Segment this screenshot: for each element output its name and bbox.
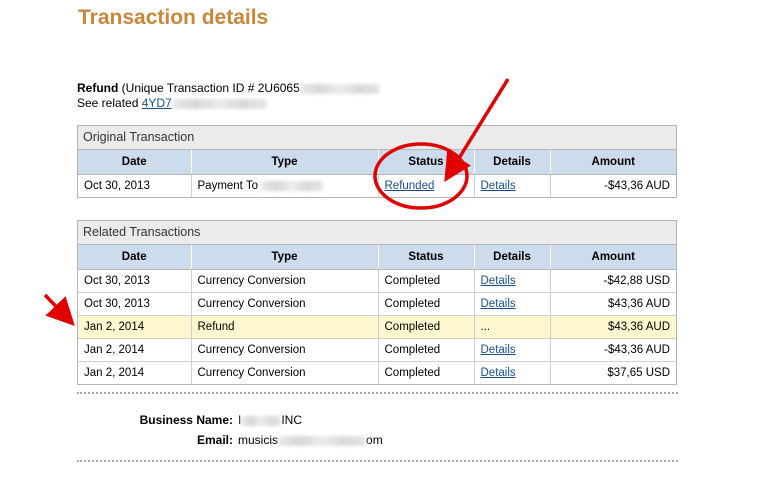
refunded-status-link[interactable]: Refunded bbox=[385, 180, 435, 192]
related-transactions-section: Related Transactions Date Type Status De… bbox=[77, 220, 677, 385]
cell-date: Oct 30, 2013 bbox=[78, 269, 192, 293]
details-link[interactable]: Details bbox=[481, 298, 516, 310]
redacted-email bbox=[278, 435, 367, 446]
payment-type-text: Payment To bbox=[197, 180, 259, 192]
table-row-highlighted: Jan 2, 2014 Refund Completed ... $43,36 … bbox=[78, 315, 676, 339]
table-header-row: Date Type Status Details Amount bbox=[78, 150, 676, 175]
table-row: Jan 2, 2014 Currency Conversion Complete… bbox=[78, 338, 676, 362]
cell-type: Currency Conversion bbox=[191, 269, 379, 293]
redacted-business-name bbox=[241, 415, 282, 426]
cell-date: Oct 30, 2013 bbox=[78, 174, 192, 197]
cell-status: Completed bbox=[378, 315, 475, 339]
table-row: Oct 30, 2013 Currency Conversion Complet… bbox=[78, 292, 676, 316]
email-label: Email: bbox=[196, 433, 233, 447]
cell-status: Completed bbox=[378, 338, 475, 362]
cell-type: Refund bbox=[191, 315, 379, 339]
table-header-row: Date Type Status Details Amount bbox=[78, 245, 676, 270]
cell-status: Completed bbox=[378, 269, 475, 293]
cell-amount: -$43,36 AUD bbox=[550, 338, 676, 362]
email-end: om bbox=[366, 433, 383, 447]
redacted-payee bbox=[261, 180, 324, 191]
cell-amount: $43,36 AUD bbox=[550, 315, 676, 339]
details-link[interactable]: Details bbox=[481, 344, 516, 356]
refund-label: Refund bbox=[77, 81, 119, 95]
column-header-date: Date bbox=[78, 150, 192, 175]
cell-amount: $43,36 AUD bbox=[550, 292, 676, 316]
column-header-details: Details bbox=[474, 150, 551, 175]
details-link[interactable]: Details bbox=[481, 367, 516, 379]
details-link[interactable]: Details bbox=[481, 180, 516, 192]
related-transaction-link[interactable]: 4YD7 bbox=[142, 96, 172, 110]
cell-date: Jan 2, 2014 bbox=[78, 315, 192, 339]
column-header-details: Details bbox=[474, 245, 551, 270]
column-header-type: Type bbox=[191, 150, 379, 175]
annotation-arrow-icon bbox=[43, 293, 75, 327]
table-row: Jan 2, 2014 Currency Conversion Complete… bbox=[78, 361, 676, 384]
section-title: Related Transactions bbox=[78, 221, 676, 245]
business-name-label: Business Name: bbox=[139, 413, 233, 427]
cell-details: ... bbox=[474, 315, 551, 339]
transaction-id-text: (Unique Transaction ID # 2U6065 bbox=[121, 81, 300, 95]
redacted-id bbox=[299, 83, 380, 94]
original-transaction-table: Date Type Status Details Amount Oct 30, … bbox=[78, 150, 676, 197]
cell-type: Currency Conversion bbox=[191, 338, 379, 362]
cell-status: Refunded bbox=[378, 174, 475, 197]
cell-type: Currency Conversion bbox=[191, 361, 379, 384]
divider bbox=[77, 460, 678, 462]
cell-status: Completed bbox=[378, 292, 475, 316]
cell-status: Completed bbox=[378, 361, 475, 384]
page-title: Transaction details bbox=[78, 6, 269, 29]
column-header-status: Status bbox=[378, 245, 475, 270]
business-name-value: I INC bbox=[238, 413, 302, 427]
email-start: musicis bbox=[238, 433, 279, 447]
cell-date: Jan 2, 2014 bbox=[78, 338, 192, 362]
divider bbox=[77, 392, 678, 394]
column-header-amount: Amount bbox=[550, 245, 676, 270]
cell-details: Details bbox=[474, 361, 551, 384]
cell-type: Payment To bbox=[191, 174, 379, 197]
redacted-related-id bbox=[171, 98, 267, 109]
cell-date: Oct 30, 2013 bbox=[78, 292, 192, 316]
cell-details: Details bbox=[474, 174, 551, 197]
details-link[interactable]: Details bbox=[481, 275, 516, 287]
table-row: Oct 30, 2013 Currency Conversion Complet… bbox=[78, 269, 676, 293]
column-header-date: Date bbox=[78, 245, 192, 270]
cell-amount: $37,65 USD bbox=[607, 367, 670, 379]
cell-details: Details bbox=[474, 292, 551, 316]
original-transaction-section: Original Transaction Date Type Status De… bbox=[77, 125, 677, 198]
refund-summary: Refund (Unique Transaction ID # 2U6065 S… bbox=[77, 81, 380, 111]
cell-date: Jan 2, 2014 bbox=[78, 361, 192, 384]
table-row: Oct 30, 2013 Payment To Refunded Details… bbox=[78, 174, 676, 197]
section-title: Original Transaction bbox=[78, 126, 676, 150]
business-name-end: INC bbox=[281, 413, 303, 427]
related-transactions-table: Date Type Status Details Amount Oct 30, … bbox=[78, 245, 676, 384]
cell-details: Details bbox=[474, 269, 551, 293]
see-related-text: See related bbox=[77, 96, 142, 110]
column-header-status: Status bbox=[378, 150, 475, 175]
cell-amount: -$43,36 AUD bbox=[604, 180, 670, 192]
email-value: musicis om bbox=[238, 433, 383, 447]
cell-amount: -$42,88 USD bbox=[550, 269, 676, 293]
column-header-amount: Amount bbox=[550, 150, 676, 175]
cell-type: Currency Conversion bbox=[191, 292, 379, 316]
column-header-type: Type bbox=[191, 245, 379, 270]
cell-details: Details bbox=[474, 338, 551, 362]
